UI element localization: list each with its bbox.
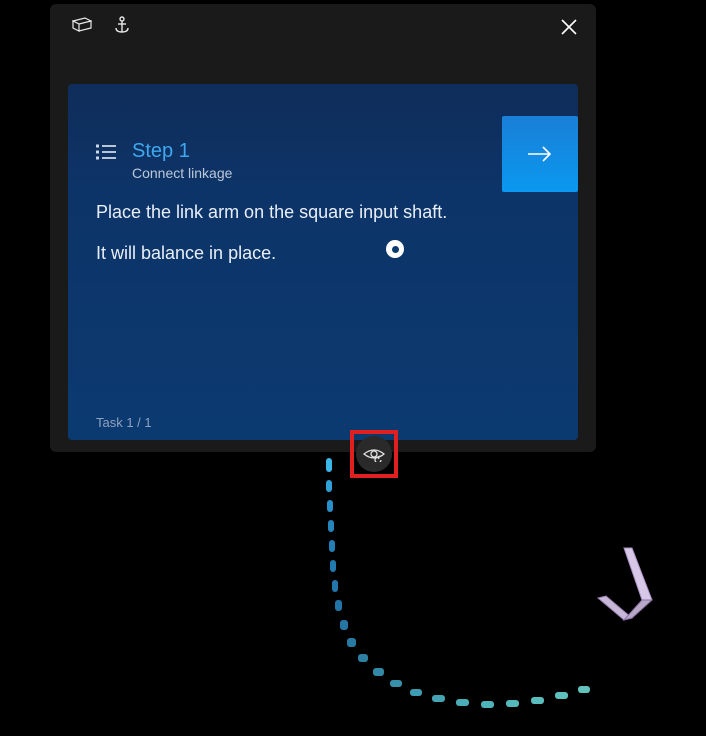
instruction-panel: Step 1 Connect linkage Place the link ar… bbox=[50, 4, 596, 452]
arrow-right-icon bbox=[526, 144, 554, 164]
focus-dot-marker bbox=[386, 240, 404, 258]
path-dot bbox=[410, 689, 422, 696]
close-button[interactable] bbox=[560, 18, 578, 36]
panel-titlebar bbox=[50, 4, 596, 50]
path-dot bbox=[531, 697, 544, 704]
path-dot bbox=[329, 540, 335, 552]
path-dot bbox=[432, 695, 445, 702]
path-dot bbox=[332, 580, 338, 592]
path-dot bbox=[326, 480, 332, 492]
anchor-icon[interactable] bbox=[114, 16, 130, 34]
follow-gaze-button[interactable] bbox=[356, 436, 392, 472]
path-dot bbox=[578, 686, 590, 693]
follow-button-highlight bbox=[350, 430, 398, 478]
close-icon bbox=[560, 18, 578, 36]
step-content: Step 1 Connect linkage Place the link ar… bbox=[68, 84, 578, 440]
path-dot bbox=[390, 680, 402, 687]
path-dot bbox=[330, 560, 336, 572]
task-counter: Task 1 / 1 bbox=[96, 415, 152, 430]
world-anchor-arrow bbox=[592, 540, 672, 640]
path-dot bbox=[481, 701, 494, 708]
step-subtitle: Connect linkage bbox=[132, 165, 232, 181]
path-dot bbox=[358, 654, 368, 662]
step-header: Step 1 Connect linkage bbox=[96, 140, 550, 181]
path-dot bbox=[328, 520, 334, 532]
instruction-line-2: It will balance in place. bbox=[96, 240, 550, 267]
next-button[interactable] bbox=[502, 116, 578, 192]
path-dot bbox=[506, 700, 519, 707]
titlebar-left-icons bbox=[72, 16, 130, 34]
path-dot bbox=[555, 692, 568, 699]
window-icon[interactable] bbox=[72, 17, 92, 33]
path-dot bbox=[340, 620, 348, 630]
path-dot bbox=[327, 500, 333, 512]
path-dot bbox=[335, 600, 342, 611]
path-dot bbox=[456, 699, 469, 706]
path-dot bbox=[373, 668, 384, 676]
path-dot bbox=[347, 638, 356, 647]
step-title-block: Step 1 Connect linkage bbox=[132, 140, 232, 181]
follow-gaze-icon bbox=[363, 446, 385, 462]
path-dot bbox=[326, 458, 332, 472]
step-title: Step 1 bbox=[132, 140, 232, 163]
list-icon bbox=[96, 144, 116, 165]
instruction-line-1: Place the link arm on the square input s… bbox=[96, 199, 550, 226]
